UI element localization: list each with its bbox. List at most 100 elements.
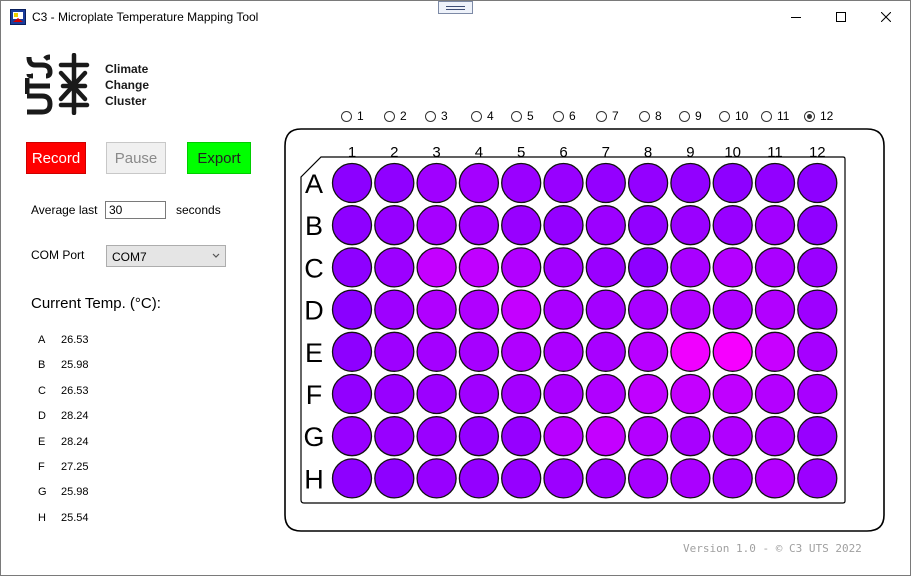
plate-well-h7[interactable]: [585, 458, 626, 499]
plate-well-e11[interactable]: [754, 331, 796, 372]
plate-well-d12[interactable]: [797, 289, 838, 330]
plate-well-a4[interactable]: [458, 162, 500, 204]
plate-well-a3[interactable]: [416, 162, 457, 204]
plate-well-c8[interactable]: [627, 247, 669, 288]
plate-well-a7[interactable]: [585, 162, 626, 204]
plate-well-d8[interactable]: [627, 289, 669, 330]
plate-well-g5[interactable]: [501, 416, 542, 457]
plate-well-d2[interactable]: [374, 289, 415, 330]
plate-well-c9[interactable]: [670, 247, 711, 288]
plate-column-label: 6: [559, 144, 567, 161]
plate-well-d11[interactable]: [754, 289, 796, 330]
plate-well-d3[interactable]: [416, 289, 457, 330]
plate-well-b10[interactable]: [712, 205, 753, 246]
plate-well-g2[interactable]: [374, 416, 415, 457]
plate-well-c4[interactable]: [458, 247, 500, 288]
plate-well-b5[interactable]: [501, 205, 542, 246]
plate-well-b2[interactable]: [374, 205, 415, 246]
plate-well-g1[interactable]: [331, 416, 373, 457]
plate-well-f7[interactable]: [585, 373, 626, 415]
plate-well-g7[interactable]: [585, 416, 626, 457]
plate-well-f6[interactable]: [543, 373, 584, 415]
plate-well-c7[interactable]: [585, 247, 626, 288]
plate-well-a2[interactable]: [374, 162, 415, 204]
plate-well-d9[interactable]: [670, 289, 711, 330]
plate-well-b8[interactable]: [627, 205, 669, 246]
plate-well-e1[interactable]: [331, 331, 373, 372]
plate-well-g6[interactable]: [543, 416, 584, 457]
plate-well-c11[interactable]: [754, 247, 796, 288]
plate-well-h10[interactable]: [712, 458, 753, 499]
plate-well-g9[interactable]: [670, 416, 711, 457]
plate-well-a5[interactable]: [501, 162, 542, 204]
plate-well-d7[interactable]: [585, 289, 626, 330]
plate-well-b11[interactable]: [754, 205, 796, 246]
plate-well-d4[interactable]: [458, 289, 500, 330]
plate-well-e2[interactable]: [374, 331, 415, 372]
plate-well-e9[interactable]: [670, 331, 711, 372]
plate-well-f2[interactable]: [374, 373, 415, 415]
plate-well-c6[interactable]: [543, 247, 584, 288]
plate-well-d5[interactable]: [501, 289, 542, 330]
plate-well-b6[interactable]: [543, 205, 584, 246]
plate-well-c12[interactable]: [797, 247, 838, 288]
plate-well-a12[interactable]: [797, 162, 838, 204]
plate-well-f4[interactable]: [458, 373, 500, 415]
plate-well-e10[interactable]: [712, 331, 753, 372]
plate-well-g4[interactable]: [458, 416, 500, 457]
plate-well-f10[interactable]: [712, 373, 753, 415]
plate-column-label: 7: [602, 144, 610, 161]
plate-well-b7[interactable]: [585, 205, 626, 246]
plate-well-h12[interactable]: [797, 458, 838, 499]
plate-well-h3[interactable]: [416, 458, 457, 499]
plate-well-h2[interactable]: [374, 458, 415, 499]
plate-well-a1[interactable]: [331, 162, 373, 204]
plate-well-h5[interactable]: [501, 458, 542, 499]
plate-well-a9[interactable]: [670, 162, 711, 204]
plate-well-c10[interactable]: [712, 247, 753, 288]
plate-well-f9[interactable]: [670, 373, 711, 415]
plate-well-g8[interactable]: [627, 416, 669, 457]
plate-column-label: 11: [767, 144, 783, 161]
plate-well-h11[interactable]: [754, 458, 796, 499]
plate-well-e4[interactable]: [458, 331, 500, 372]
plate-well-b4[interactable]: [458, 205, 500, 246]
plate-well-b9[interactable]: [670, 205, 711, 246]
plate-well-h9[interactable]: [670, 458, 711, 499]
plate-well-d1[interactable]: [331, 289, 373, 330]
plate-well-g11[interactable]: [754, 416, 796, 457]
plate-well-b12[interactable]: [797, 205, 838, 246]
plate-well-a11[interactable]: [754, 162, 796, 204]
plate-well-g12[interactable]: [797, 416, 838, 457]
plate-well-e3[interactable]: [416, 331, 457, 372]
plate-well-d10[interactable]: [712, 289, 753, 330]
plate-well-h1[interactable]: [331, 458, 373, 499]
plate-well-a6[interactable]: [543, 162, 584, 204]
plate-well-c3[interactable]: [416, 247, 457, 288]
plate-well-f3[interactable]: [416, 373, 457, 415]
plate-well-a10[interactable]: [712, 162, 753, 204]
plate-well-h4[interactable]: [458, 458, 500, 499]
plate-well-e12[interactable]: [797, 331, 838, 372]
plate-well-e7[interactable]: [585, 331, 626, 372]
plate-well-f1[interactable]: [331, 373, 373, 415]
plate-well-d6[interactable]: [543, 289, 584, 330]
plate-well-c1[interactable]: [331, 247, 373, 288]
plate-well-g3[interactable]: [416, 416, 457, 457]
plate-well-g10[interactable]: [712, 416, 753, 457]
plate-well-c2[interactable]: [374, 247, 415, 288]
plate-well-e8[interactable]: [627, 331, 669, 372]
plate-well-b1[interactable]: [331, 205, 373, 246]
plate-well-e5[interactable]: [501, 331, 542, 372]
plate-well-f12[interactable]: [797, 373, 838, 415]
plate-well-b3[interactable]: [416, 205, 457, 246]
plate-well-h6[interactable]: [543, 458, 584, 499]
plate-well-f11[interactable]: [754, 373, 796, 415]
plate-well-h8[interactable]: [627, 458, 669, 499]
plate-well-f8[interactable]: [627, 373, 669, 415]
plate-column-label: 3: [432, 144, 440, 161]
plate-well-e6[interactable]: [543, 331, 584, 372]
plate-well-a8[interactable]: [627, 162, 669, 204]
plate-well-f5[interactable]: [501, 373, 542, 415]
plate-well-c5[interactable]: [501, 247, 542, 288]
